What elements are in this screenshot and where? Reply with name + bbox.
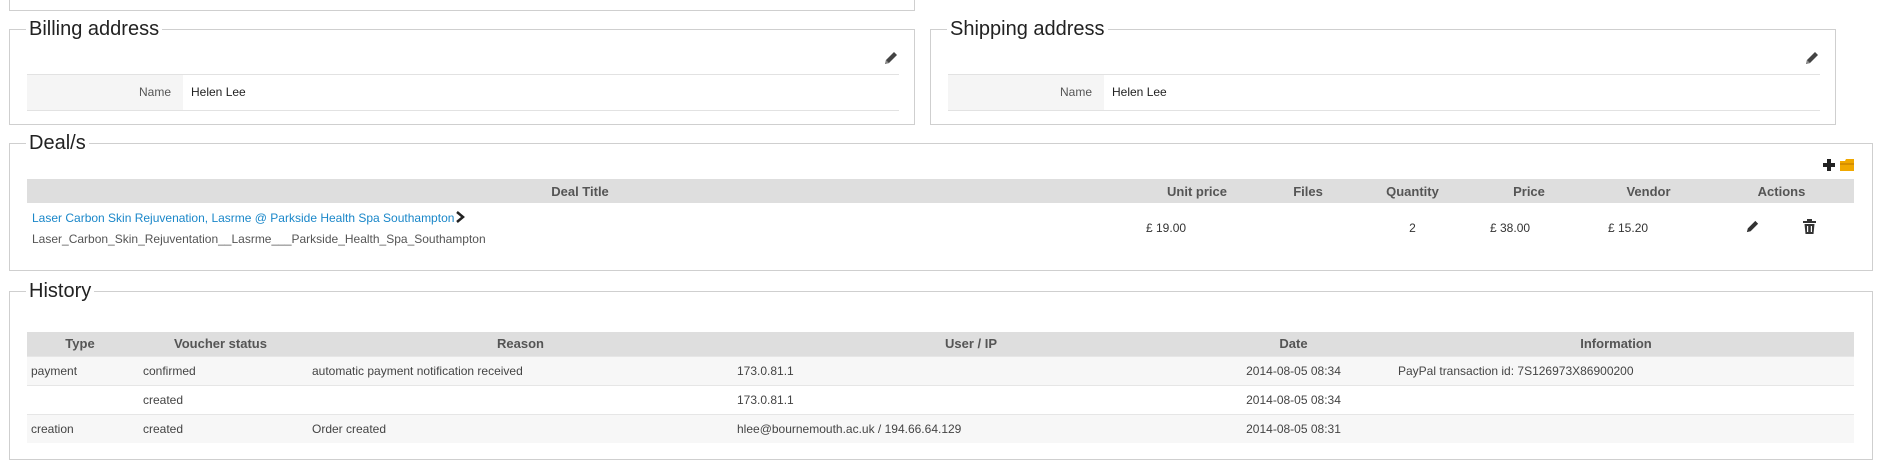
quantity-cell: 2: [1409, 221, 1416, 235]
shipping-address-title: Shipping address: [950, 18, 1105, 40]
price-cell: £ 38.00: [1490, 221, 1531, 235]
status-cell: created: [133, 384, 308, 414]
history-title: History: [29, 280, 92, 302]
chevron-right-icon[interactable]: [456, 210, 466, 226]
shipping-name-row: Name Helen Lee: [948, 74, 1820, 111]
table-row: payment confirmed automatic payment noti…: [27, 355, 1854, 385]
col-vendor: Vendor: [1588, 179, 1709, 203]
billing-address-title: Billing address: [29, 18, 160, 40]
col-voucher-status: Voucher status: [133, 332, 308, 356]
billing-address-panel: Billing address Name Helen Lee: [9, 18, 915, 125]
col-actions: Actions: [1709, 179, 1854, 203]
deals-panel: Deal/s Deal Title Unit price Files Quant…: [9, 132, 1873, 271]
shipping-name-label: Name: [948, 75, 1104, 110]
billing-name-row: Name Helen Lee: [27, 74, 899, 111]
info-cell: [1378, 384, 1854, 414]
col-information: Information: [1378, 332, 1854, 356]
add-deal-plus-icon[interactable]: [1822, 158, 1836, 175]
col-unit-price: Unit price: [1133, 179, 1261, 203]
deals-title: Deal/s: [29, 132, 86, 154]
history-panel: History Type Voucher status Reason User …: [9, 280, 1873, 460]
vendor-cell: £ 15.20: [1608, 221, 1649, 235]
info-cell: PayPal transaction id: 7S126973X86900200: [1378, 355, 1854, 385]
table-row: Laser Carbon Skin Rejuvenation, Lasrme @…: [27, 203, 1854, 253]
date-cell: 2014-08-05 08:34: [1209, 384, 1378, 414]
reason-cell: automatic payment notification received: [308, 355, 733, 385]
col-files: Files: [1261, 179, 1355, 203]
actions-cell: [1709, 203, 1854, 253]
reason-cell: Order created: [308, 413, 733, 443]
reason-cell: [308, 384, 733, 414]
status-cell: created: [133, 413, 308, 443]
table-row: created 173.0.81.1 2014-08-05 08:34: [27, 384, 1854, 414]
deal-title-link[interactable]: Laser Carbon Skin Rejuvenation, Lasrme @…: [32, 211, 454, 225]
previous-panel-bottom: [9, 0, 915, 11]
user-ip-cell: 173.0.81.1: [733, 355, 1209, 385]
deal-slug: Laser_Carbon_Skin_Rejuventation__Lasrme_…: [32, 231, 486, 246]
billing-name-label: Name: [27, 75, 183, 110]
type-cell: [27, 384, 133, 414]
col-deal-title: Deal Title: [27, 179, 1133, 203]
deal-title-cell: Laser Carbon Skin Rejuvenation, Lasrme @…: [27, 203, 1133, 253]
col-user-ip: User / IP: [733, 332, 1209, 356]
status-cell: confirmed: [133, 355, 308, 385]
folder-icon[interactable]: [1839, 157, 1855, 176]
type-cell: creation: [27, 413, 133, 443]
files-cell: [1261, 203, 1355, 253]
user-ip-cell: hlee@bournemouth.ac.uk / 194.66.64.129: [733, 413, 1209, 443]
info-cell: [1378, 413, 1854, 443]
col-date: Date: [1209, 332, 1378, 356]
shipping-address-panel: Shipping address Name Helen Lee: [930, 18, 1836, 125]
billing-name-value: Helen Lee: [191, 85, 246, 99]
history-header-row: Type Voucher status Reason User / IP Dat…: [27, 332, 1854, 356]
history-table: Type Voucher status Reason User / IP Dat…: [27, 332, 1854, 443]
edit-deal-pencil-icon[interactable]: [1745, 219, 1760, 237]
deals-header-row: Deal Title Unit price Files Quantity Pri…: [27, 179, 1854, 203]
col-price: Price: [1470, 179, 1588, 203]
date-cell: 2014-08-05 08:34: [1209, 355, 1378, 385]
date-cell: 2014-08-05 08:31: [1209, 413, 1378, 443]
type-cell: payment: [27, 355, 133, 385]
edit-shipping-pencil-icon[interactable]: [1804, 50, 1820, 66]
table-row: creation created Order created hlee@bour…: [27, 413, 1854, 443]
unit-price-cell: £ 19.00: [1146, 221, 1187, 235]
edit-billing-pencil-icon[interactable]: [883, 50, 899, 66]
col-reason: Reason: [308, 332, 733, 356]
col-type: Type: [27, 332, 133, 356]
col-quantity: Quantity: [1355, 179, 1470, 203]
deals-table: Deal Title Unit price Files Quantity Pri…: [27, 179, 1854, 253]
user-ip-cell: 173.0.81.1: [733, 384, 1209, 414]
shipping-name-value: Helen Lee: [1112, 85, 1167, 99]
delete-deal-trash-icon[interactable]: [1803, 219, 1817, 237]
